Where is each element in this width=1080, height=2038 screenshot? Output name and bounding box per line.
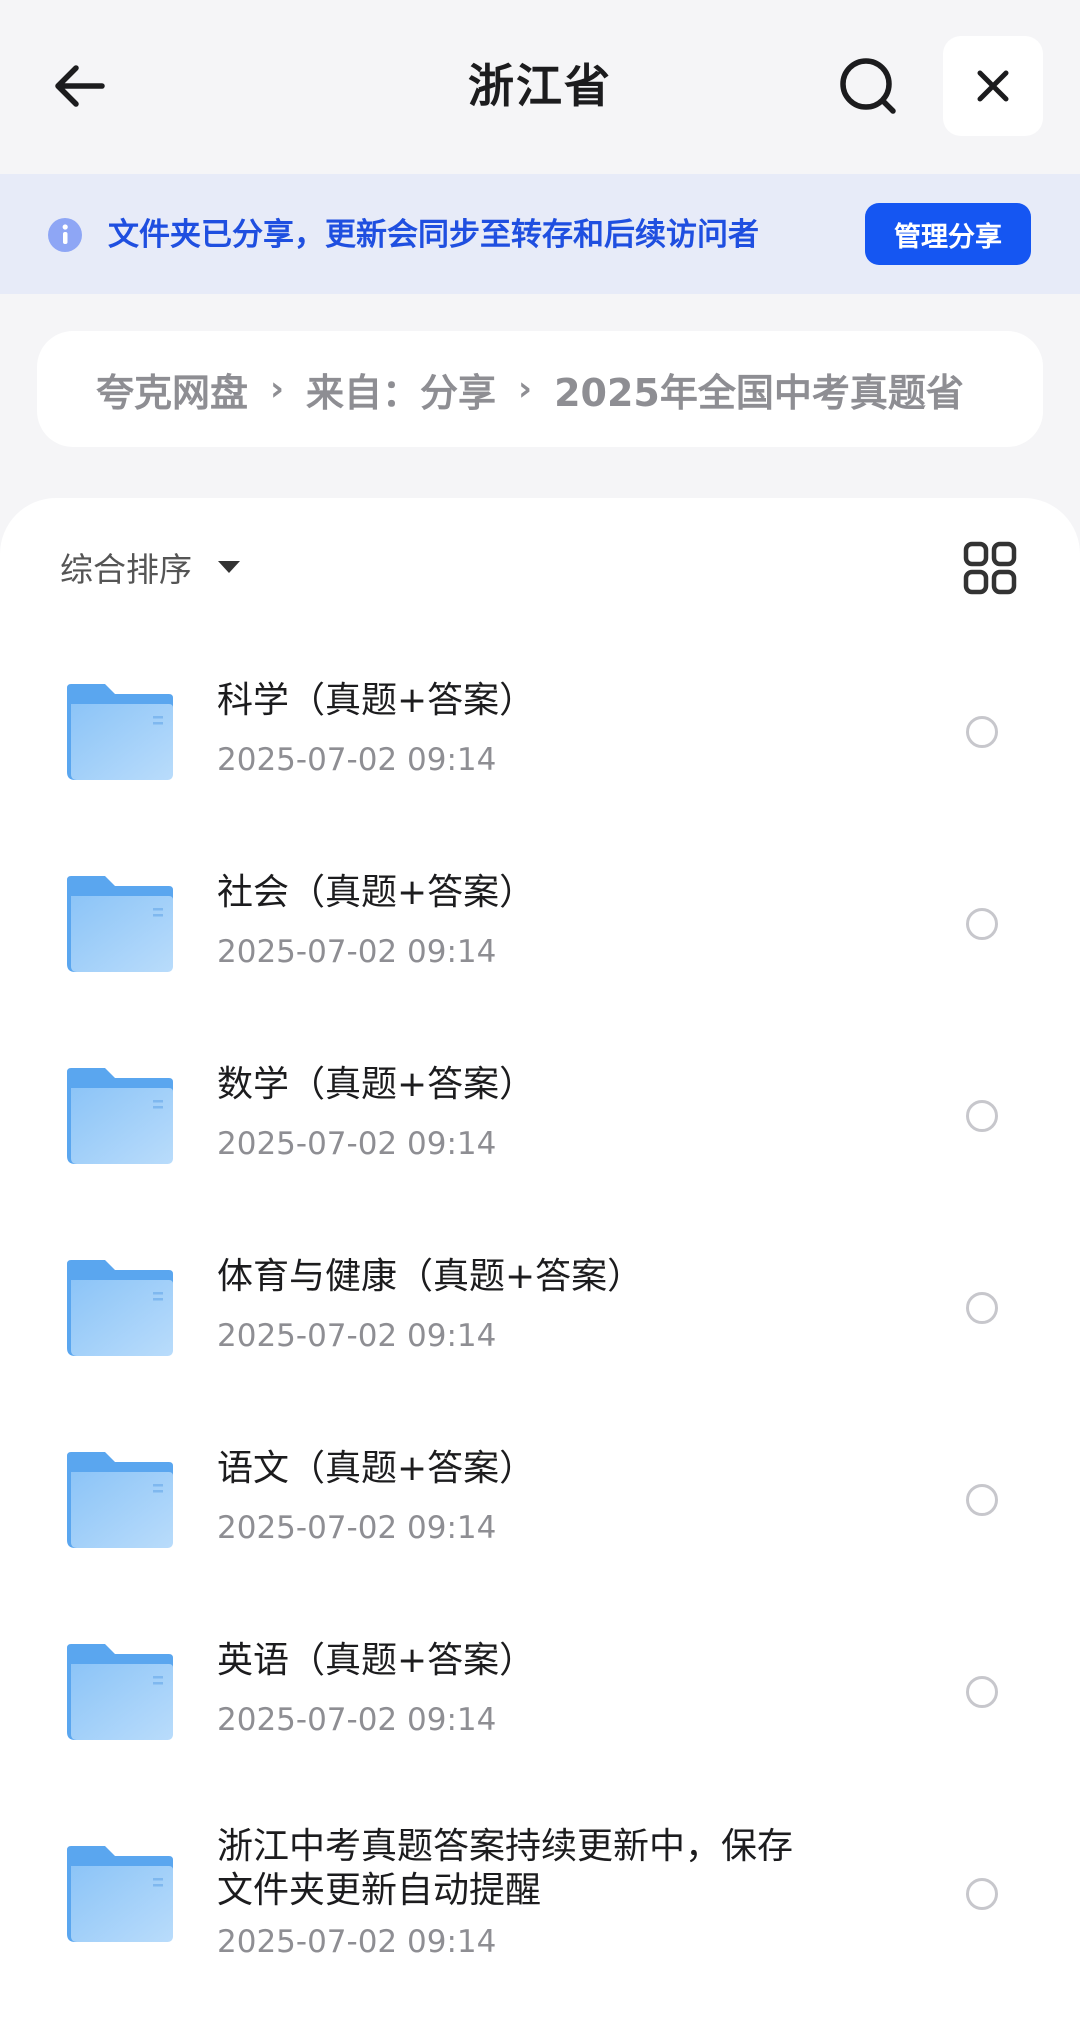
folder-row-english[interactable]: 英语（真题+答案） 2025-07-02 09:14 [0, 1620, 1080, 1770]
search-button[interactable] [828, 46, 908, 126]
caret-down-icon [218, 561, 240, 573]
folder-name: 语文（真题+答案） [217, 1448, 536, 1489]
sort-label: 综合排序 [60, 550, 192, 589]
folder-row-society[interactable]: 社会（真题+答案） 2025-07-02 09:14 [0, 852, 1080, 1002]
top-bar: 浙江省 [0, 0, 1080, 174]
breadcrumb: 夸克网盘 › 来自：分享 › 2025年全国中考真题省 [37, 331, 1043, 447]
folder-icon [65, 874, 175, 974]
folder-name-line2: 文件夹更新自动提醒 [217, 1870, 542, 1911]
folder-date: 2025-07-02 09:14 [217, 1318, 497, 1354]
folder-date: 2025-07-02 09:14 [217, 1126, 497, 1162]
info-icon [48, 218, 82, 252]
chevron-right-icon: › [270, 369, 285, 409]
folder-row-science[interactable]: 科学（真题+答案） 2025-07-02 09:14 [0, 660, 1080, 810]
folder-name: 科学（真题+答案） [217, 680, 536, 721]
breadcrumb-item-current[interactable]: 2025年全国中考真题省 [554, 362, 964, 417]
folder-name: 社会（真题+答案） [217, 872, 536, 913]
folder-row-math[interactable]: 数学（真题+答案） 2025-07-02 09:14 [0, 1044, 1080, 1194]
folder-row-zhejiang-updates[interactable]: 浙江中考真题答案持续更新中，保存 文件夹更新自动提醒 2025-07-02 09… [0, 1812, 1080, 1992]
select-checkbox[interactable] [966, 1676, 998, 1708]
chevron-right-icon: › [518, 369, 533, 409]
select-checkbox[interactable] [966, 1878, 998, 1910]
select-checkbox[interactable] [966, 908, 998, 940]
sort-dropdown[interactable]: 综合排序 [60, 540, 240, 594]
breadcrumb-fade [983, 331, 1043, 447]
folder-name: 数学（真题+答案） [217, 1064, 536, 1105]
select-checkbox[interactable] [966, 1292, 998, 1324]
folder-icon [65, 1258, 175, 1358]
folder-name: 英语（真题+答案） [217, 1640, 536, 1681]
folder-date: 2025-07-02 09:14 [217, 1702, 497, 1738]
share-notice-text: 文件夹已分享，更新会同步至转存和后续访问者 [108, 217, 759, 253]
folder-icon [65, 1642, 175, 1742]
folder-date: 2025-07-02 09:14 [217, 742, 497, 778]
select-checkbox[interactable] [966, 1484, 998, 1516]
folder-date: 2025-07-02 09:14 [217, 1924, 497, 1960]
folder-date: 2025-07-02 09:14 [217, 934, 497, 970]
search-icon [840, 58, 896, 114]
folder-date: 2025-07-02 09:14 [217, 1510, 497, 1546]
page-title: 浙江省 [468, 59, 612, 113]
manage-share-button[interactable]: 管理分享 [865, 203, 1031, 265]
folder-icon [65, 1844, 175, 1944]
breadcrumb-item-root[interactable]: 夸克网盘 [96, 362, 248, 417]
close-icon [977, 70, 1009, 102]
folder-icon [65, 1450, 175, 1550]
select-checkbox[interactable] [966, 716, 998, 748]
folder-name: 体育与健康（真题+答案） [217, 1256, 644, 1297]
breadcrumb-item-shared[interactable]: 来自：分享 [306, 362, 496, 417]
select-checkbox[interactable] [966, 1100, 998, 1132]
folder-icon [65, 1066, 175, 1166]
close-button[interactable] [943, 36, 1043, 136]
grid-view-icon[interactable] [962, 540, 1018, 596]
folder-name-line1: 浙江中考真题答案持续更新中，保存 [217, 1826, 794, 1867]
folder-row-chinese[interactable]: 语文（真题+答案） 2025-07-02 09:14 [0, 1428, 1080, 1578]
folder-icon [65, 682, 175, 782]
folder-row-pe-health[interactable]: 体育与健康（真题+答案） 2025-07-02 09:14 [0, 1236, 1080, 1386]
